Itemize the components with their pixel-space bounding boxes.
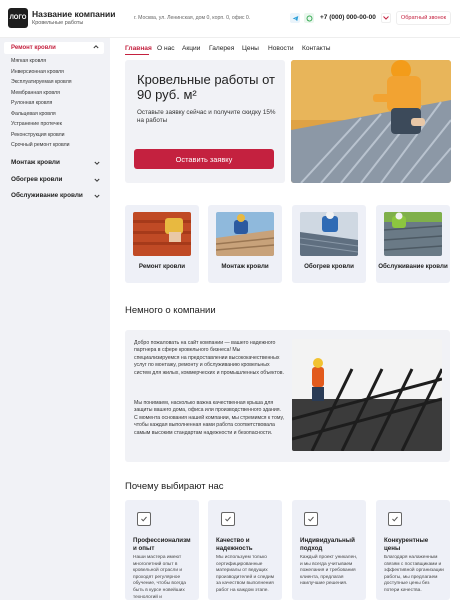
service-image — [300, 212, 358, 256]
sidebar-subitem[interactable]: Мембранная кровля — [11, 90, 60, 96]
sidebar-subitem[interactable]: Устранение протечек — [11, 121, 62, 127]
sidebar-subitem[interactable]: Фальцевая кровля — [11, 111, 56, 117]
phone-dropdown-button[interactable] — [381, 13, 391, 23]
sidebar-item-installation[interactable]: Монтаж кровли — [11, 159, 60, 166]
nav-gallery[interactable]: Галерея — [209, 45, 234, 52]
service-label: Монтаж кровли — [221, 263, 269, 270]
why-card-title: Индивидуальный подход — [300, 537, 355, 552]
chevron-down-icon[interactable] — [94, 193, 100, 199]
sidebar-subitem[interactable]: Мягкая кровля — [11, 58, 46, 64]
why-card-text: Благодаря налаженным связям с поставщика… — [384, 555, 444, 593]
hero-title: Кровельные работы от 90 руб. м² — [137, 72, 275, 102]
header: ЛОГО Название компании Кровельные работы… — [0, 0, 460, 38]
service-label: Ремонт кровли — [138, 263, 186, 270]
sidebar-subitem[interactable]: Рулонная кровля — [11, 100, 52, 106]
why-heading: Почему выбирают нас — [125, 481, 224, 492]
nav-news[interactable]: Новости — [268, 45, 294, 52]
checkbox-icon — [304, 512, 318, 526]
chevron-down-icon[interactable] — [94, 177, 100, 183]
why-card-title: Профессионализм и опыт — [133, 537, 191, 552]
nav-home[interactable]: Главная — [125, 45, 152, 52]
service-image — [384, 212, 442, 256]
sidebar-item-maintenance[interactable]: Обслуживание кровли — [11, 192, 83, 199]
phone-number[interactable]: +7 (000) 000-00-00 — [320, 14, 376, 21]
hero-text: Оставьте заявку сейчас и получите скидку… — [137, 109, 276, 124]
company-subtitle: Кровельные работы — [32, 20, 84, 26]
request-button[interactable]: Оставить заявку — [134, 149, 274, 169]
whatsapp-icon[interactable] — [304, 13, 314, 23]
checkbox-icon — [137, 512, 151, 526]
telegram-icon[interactable] — [290, 13, 300, 23]
sidebar-subitem[interactable]: Реконструкция кровли — [11, 132, 65, 138]
nav-about[interactable]: О нас — [157, 45, 175, 52]
why-card-title: Качество и надежность — [216, 537, 253, 552]
checkbox-icon — [221, 512, 235, 526]
why-card-text: Каждый проект уникален, и мы всегда учит… — [300, 555, 358, 587]
chevron-up-icon[interactable] — [93, 44, 99, 50]
nav-contacts[interactable]: Контакты — [302, 45, 330, 52]
chevron-down-icon — [383, 16, 389, 20]
about-heading: Немного о компании — [125, 305, 216, 316]
sidebar-subitem[interactable]: Срочный ремонт кровли — [11, 142, 70, 148]
sidebar-item-heating[interactable]: Обогрев кровли — [11, 176, 62, 183]
nav-active-indicator — [125, 54, 149, 55]
service-label: Обогрев кровли — [304, 263, 354, 270]
checkbox-icon — [388, 512, 402, 526]
company-name: Название компании — [32, 9, 116, 19]
service-label: Обслуживание кровли — [378, 263, 448, 270]
nav-prices[interactable]: Цены — [242, 45, 259, 52]
service-image — [133, 212, 191, 256]
why-card-title: Конкурентные цены — [384, 537, 429, 552]
logo[interactable]: ЛОГО — [8, 8, 28, 28]
chevron-down-icon[interactable] — [94, 160, 100, 166]
nav-promotions[interactable]: Акции — [182, 45, 200, 52]
about-paragraph-1: Добро пожаловать на сайт компании — ваше… — [134, 340, 284, 376]
sidebar-item-label: Ремонт кровли — [11, 45, 56, 51]
why-card-text: Мы используем только сертифицированные м… — [216, 555, 275, 593]
service-image — [216, 212, 274, 256]
callback-button[interactable]: Обратный звонок — [396, 11, 451, 25]
hero-image — [291, 60, 451, 183]
about-image — [292, 339, 442, 451]
about-paragraph-2: Мы понимаем, насколько важна качественна… — [134, 400, 284, 436]
sidebar-subitem[interactable]: Эксплуатируемая кровля — [11, 79, 72, 85]
why-card-text: Наши мастера имеют многолетний опыт в кр… — [133, 555, 186, 600]
sidebar-subitem[interactable]: Инверсионная кровля — [11, 69, 64, 75]
address: г. Москва, ул. Ленинская, дом 0, корп. 0… — [134, 15, 251, 21]
